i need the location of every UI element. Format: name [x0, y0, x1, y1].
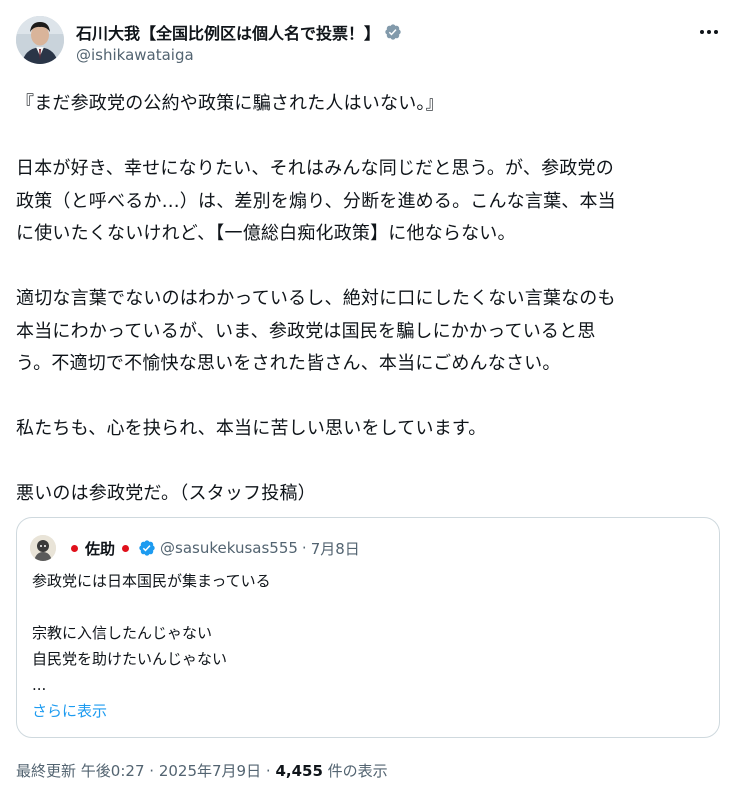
quoted-tweet-header: 佐助 @sasukekusas555 · 7月8日 [30, 535, 360, 561]
separator-dot: · [149, 762, 155, 780]
author-avatar[interactable] [16, 16, 64, 64]
verified-badge-gray-icon [385, 24, 401, 40]
tweet-meta: 最終更新 午後0:27 · 2025年7月9日 · 4,455 件の表示 [16, 760, 388, 781]
tweet-header: 石川大我【全国比例区は個人名で投票！】 @ishikawataiga [16, 10, 721, 70]
tweet-text: 『まだ参政党の公約や政策に騙された人はいない。』 日本が好き、幸せになりたい、そ… [16, 88, 721, 511]
tweet-line: 『まだ参政党の公約や政策に騙された人はいない。』 [16, 93, 444, 114]
quoted-display-name-group[interactable]: 佐助 [64, 538, 136, 559]
tweet-line: に使いたくないけれど、【一億総白痴化政策】に他ならない。 [16, 223, 516, 244]
tweet-time[interactable]: 午後0:27 [81, 762, 145, 780]
quoted-line: 宗教に入信したんじゃない [32, 624, 213, 642]
quoted-line: ... [32, 676, 47, 694]
japan-flag-icon [68, 542, 81, 555]
quoted-handle[interactable]: @sasukekusas555 [160, 539, 298, 557]
author-display-name[interactable]: 石川大我【全国比例区は個人名で投票！】 [76, 20, 380, 44]
quoted-line: 自民党を助けたいんじゃない [32, 650, 228, 668]
author-name-row: 石川大我【全国比例区は個人名で投票！】 [76, 20, 402, 44]
tweet-line: 政策（と呼べるか…）は、差別を煽り、分断を進める。こんな言葉、本当 [16, 190, 616, 212]
tweet-line: 日本が好き、幸せになりたい、それはみんな同じだと思う。が、参政党の [16, 158, 614, 179]
quoted-date[interactable]: 7月8日 [311, 538, 360, 559]
quoted-line: 参政党には日本国民が集まっている [32, 572, 271, 590]
quoted-author-avatar[interactable] [30, 535, 56, 561]
tweet-line: 私たちも、心を抉られ、本当に苦しい思いをしています。 [16, 418, 487, 439]
japan-flag-icon [119, 542, 132, 555]
tweet-line: 本当にわかっているが、いま、参政党は国民を騙しにかかっていると思 [16, 320, 596, 342]
updated-label: 最終更新 [16, 762, 77, 780]
tweet: 石川大我【全国比例区は個人名で投票！】 @ishikawataiga 『まだ参政… [0, 0, 737, 791]
verified-badge-blue-icon [139, 540, 155, 556]
quoted-tweet-text: 参政党には日本国民が集まっている 宗教に入信したんじゃない 自民党を助けたいんじ… [32, 568, 702, 724]
tweet-line: 適切な言葉でないのはわかっているし、絶対に口にしたくない言葉なのも [16, 288, 616, 309]
author-handle[interactable]: @ishikawataiga [76, 46, 194, 64]
quoted-tweet-card[interactable]: 佐助 @sasukekusas555 · 7月8日 参政党には日本国民が集まって… [16, 517, 720, 738]
show-more-link[interactable]: さらに表示 [32, 698, 702, 724]
separator-dot: · [265, 762, 271, 780]
more-horizontal-icon[interactable] [697, 22, 721, 42]
views-count: 4,455 [275, 762, 323, 780]
views-label: 件の表示 [327, 762, 388, 780]
tweet-line: う。不適切で不愉快な思いをされた皆さん、本当にごめんなさい。 [16, 353, 561, 374]
separator-dot: · [301, 539, 307, 557]
tweet-date[interactable]: 2025年7月9日 [159, 762, 261, 780]
quoted-display-name: 佐助 [85, 539, 116, 558]
tweet-line: 悪いのは参政党だ。（スタッフ投稿） [16, 483, 316, 504]
